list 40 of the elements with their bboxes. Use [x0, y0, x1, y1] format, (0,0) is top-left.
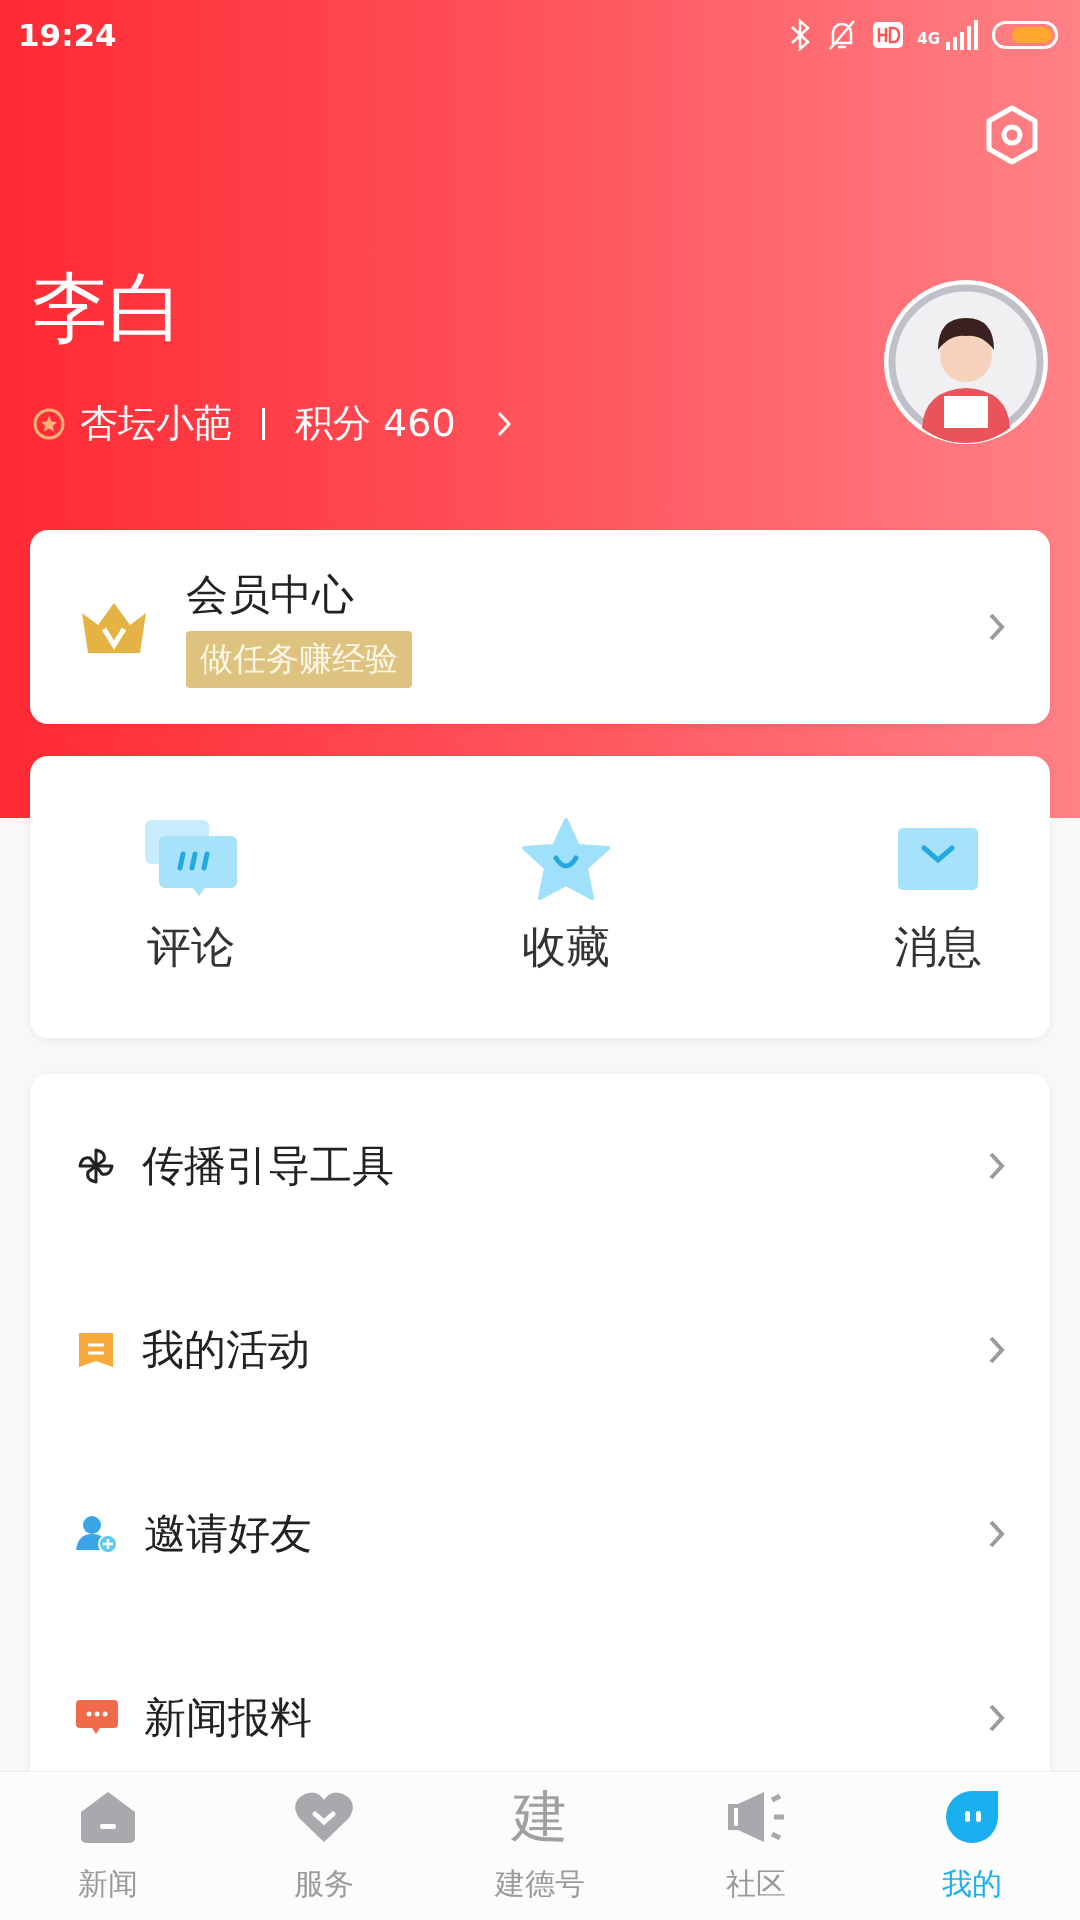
avatar[interactable]	[882, 278, 1050, 446]
home-icon	[79, 1790, 137, 1844]
settings-icon[interactable]	[984, 105, 1040, 165]
star-badge-icon	[32, 406, 66, 441]
add-friend-icon	[76, 1514, 118, 1554]
nav-tab[interactable]: 建 建德号	[432, 1772, 648, 1920]
shortcut-button[interactable]: 收藏	[521, 817, 610, 977]
document-icon	[76, 1330, 116, 1370]
points-text[interactable]: 积分 460	[295, 398, 456, 449]
nav-tab[interactable]: 服务	[216, 1772, 432, 1920]
bluetooth-icon	[789, 18, 812, 52]
logo-character: 建	[510, 1784, 569, 1850]
menu-item[interactable]: 邀请好友	[30, 1442, 1050, 1626]
shortcut-button[interactable]: 消息	[894, 817, 982, 977]
chevron-right-icon[interactable]	[988, 612, 1006, 642]
chevron-right-icon	[988, 1151, 1006, 1181]
pinwheel-icon	[76, 1146, 116, 1186]
menu-item[interactable]: 新闻报料	[30, 1626, 1050, 1771]
member-center-title: 会员中心	[186, 568, 354, 621]
nav-tab[interactable]: 我的	[864, 1772, 1080, 1920]
nav-tab[interactable]: 新闻	[0, 1772, 216, 1920]
network-type: 4G	[917, 30, 940, 48]
menu-item[interactable]: 传播引导工具	[30, 1074, 1050, 1258]
hd-icon	[873, 22, 904, 48]
user-title[interactable]: 杏坛小葩	[80, 398, 232, 449]
chevron-right-icon	[988, 1703, 1006, 1733]
user-name: 李白	[32, 262, 185, 354]
chevron-right-icon	[988, 1335, 1006, 1365]
status-time: 19:24	[18, 17, 117, 53]
chat-face-icon	[944, 1789, 1000, 1845]
chevron-right-icon[interactable]	[495, 409, 512, 438]
heart-icon	[293, 1790, 355, 1844]
battery-icon	[992, 21, 1058, 49]
menu-item[interactable]: 我的活动	[30, 1258, 1050, 1442]
smiling-star-icon	[521, 817, 610, 900]
shortcut-button[interactable]: 评论	[145, 817, 237, 977]
signal-icon	[944, 20, 978, 50]
speaker-icon	[726, 1790, 786, 1844]
chevron-right-icon	[988, 1519, 1006, 1549]
nav-tab[interactable]: 社区	[648, 1772, 864, 1920]
